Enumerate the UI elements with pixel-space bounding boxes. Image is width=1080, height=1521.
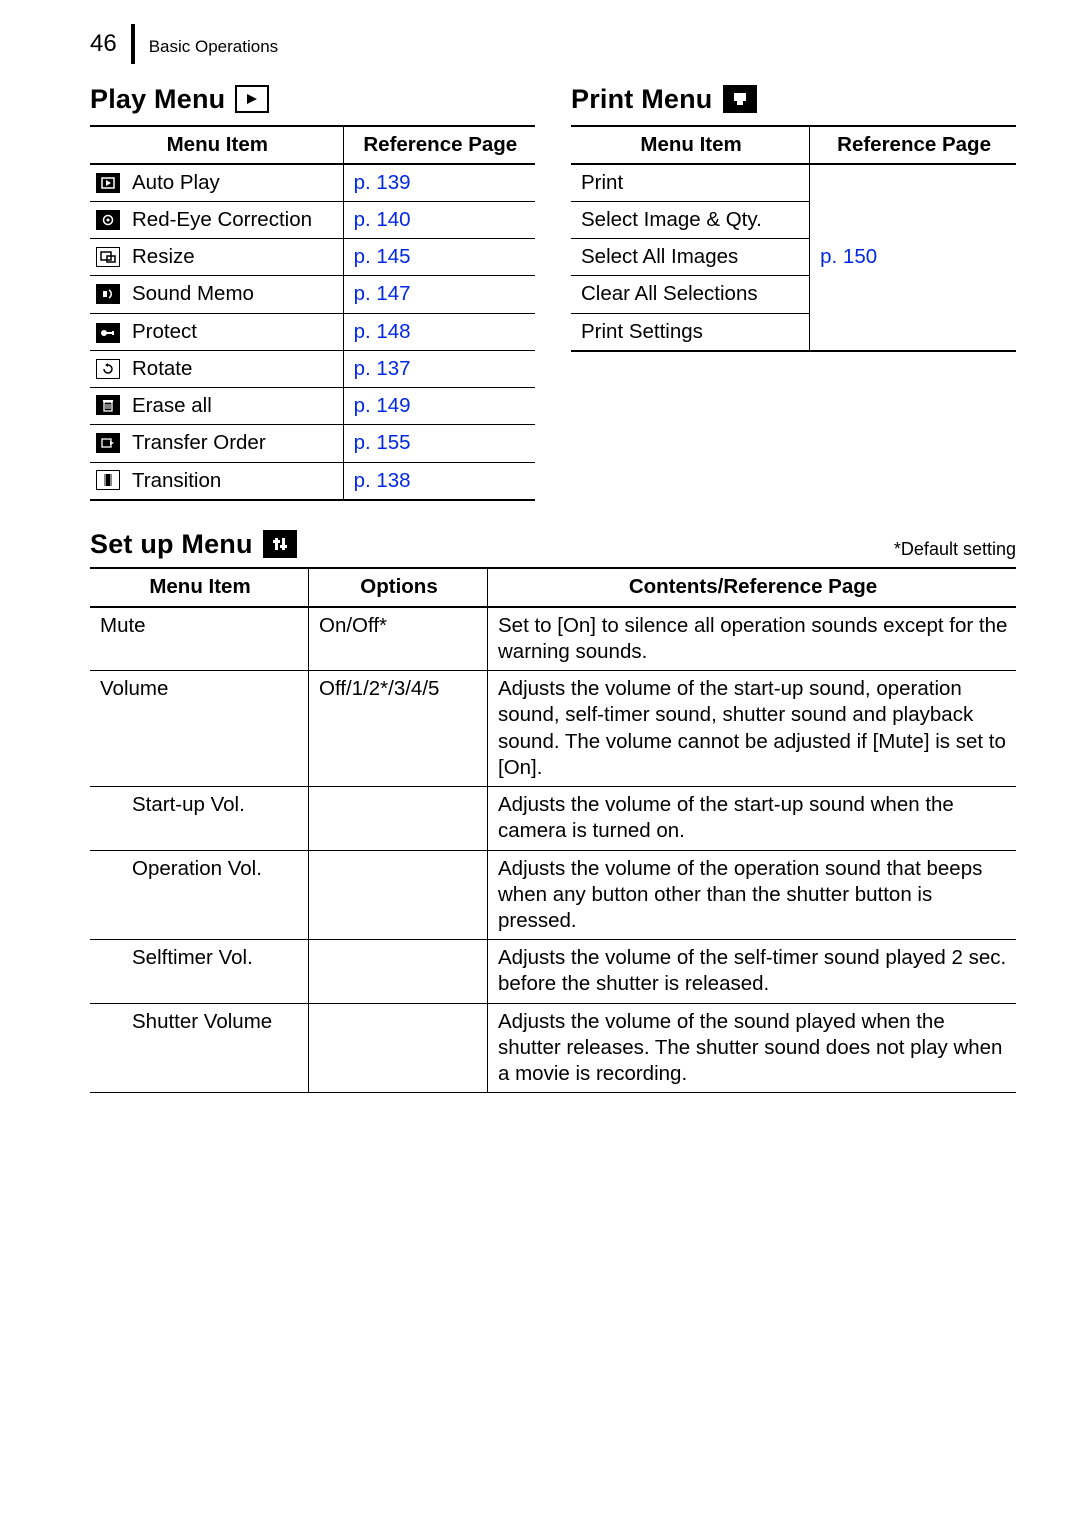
play-menu-title: Play Menu [90, 82, 225, 117]
page-reference-link[interactable]: p. 149 [354, 394, 411, 417]
menu-item-name: Sound Memo [122, 276, 343, 313]
protect-icon [96, 323, 120, 343]
erase-icon [96, 395, 120, 415]
menu-item-name: Shutter Volume [90, 1003, 309, 1093]
menu-item-contents: Adjusts the volume of the operation soun… [488, 850, 1017, 940]
print-th-item: Menu Item [571, 126, 810, 164]
table-row: Red-Eye Correction p. 140 [90, 202, 535, 239]
setup-icon [263, 530, 297, 558]
print-menu-table: Menu Item Reference Page Printp. 150Sele… [571, 125, 1016, 352]
transfer-icon [96, 433, 120, 453]
page-number: 46 [90, 29, 117, 60]
menu-item-contents: Adjusts the volume of the start-up sound… [488, 787, 1017, 850]
menu-item-contents: Set to [On] to silence all operation sou… [488, 607, 1017, 671]
table-row: Printp. 150 [571, 164, 1016, 202]
table-row: Shutter Volume Adjusts the volume of the … [90, 1003, 1016, 1093]
print-icon [723, 85, 757, 113]
print-menu-heading: Print Menu [571, 82, 1016, 117]
menu-item-contents: Adjusts the volume of the sound played w… [488, 1003, 1017, 1093]
setup-menu-heading: Set up Menu [90, 527, 297, 562]
menu-item-contents: Adjusts the volume of the start-up sound… [488, 671, 1017, 787]
menu-item-name: Transition [122, 462, 343, 500]
setup-menu-table: Menu Item Options Contents/Reference Pag… [90, 567, 1016, 1093]
setup-th-item: Menu Item [90, 568, 309, 606]
table-row: Resize p. 145 [90, 239, 535, 276]
print-menu-title: Print Menu [571, 82, 713, 117]
table-row: Rotate p. 137 [90, 350, 535, 387]
play-icon [235, 85, 269, 113]
menu-item-name: Volume [90, 671, 309, 787]
play-menu-section: Play Menu Menu Item Reference Page Auto … [90, 82, 535, 501]
menu-item-options [309, 787, 488, 850]
menu-item-name: Red-Eye Correction [122, 202, 343, 239]
table-row: Selftimer Vol. Adjusts the volume of the … [90, 940, 1016, 1003]
page-reference-link[interactable]: p. 137 [354, 357, 411, 380]
menu-item-name: Print [571, 164, 810, 202]
setup-menu-title: Set up Menu [90, 527, 253, 562]
menu-item-contents: Adjusts the volume of the self-timer sou… [488, 940, 1017, 1003]
setup-th-options: Options [309, 568, 488, 606]
menu-item-options [309, 940, 488, 1003]
menu-item-name: Operation Vol. [90, 850, 309, 940]
menu-item-name: Auto Play [122, 164, 343, 202]
play-th-ref: Reference Page [343, 126, 535, 164]
table-row: Operation Vol. Adjusts the volume of the … [90, 850, 1016, 940]
table-row: Auto Play p. 139 [90, 164, 535, 202]
menu-item-options: On/Off* [309, 607, 488, 671]
menu-item-name: Print Settings [571, 313, 810, 351]
page-reference-link[interactable]: p. 155 [354, 431, 411, 454]
menu-item-name: Erase all [122, 388, 343, 425]
page-reference-link[interactable]: p. 150 [820, 245, 877, 268]
autoplay-icon [96, 173, 120, 193]
table-row: Erase all p. 149 [90, 388, 535, 425]
page-reference-link[interactable]: p. 140 [354, 208, 411, 231]
menu-item-name: Transfer Order [122, 425, 343, 462]
table-row: Protect p. 148 [90, 313, 535, 350]
resize-icon [96, 247, 120, 267]
menu-item-name: Start-up Vol. [90, 787, 309, 850]
page-reference-link[interactable]: p. 148 [354, 320, 411, 343]
print-menu-section: Print Menu Menu Item Reference Page Prin… [571, 82, 1016, 501]
menu-item-name: Mute [90, 607, 309, 671]
play-th-item: Menu Item [90, 126, 343, 164]
table-row: Sound Memo p. 147 [90, 276, 535, 313]
table-row: MuteOn/Off*Set to [On] to silence all op… [90, 607, 1016, 671]
menu-item-options: Off/1/2*/3/4/5 [309, 671, 488, 787]
print-th-ref: Reference Page [810, 126, 1016, 164]
table-row: Start-up Vol. Adjusts the volume of the s… [90, 787, 1016, 850]
menu-item-name: Resize [122, 239, 343, 276]
table-row: Transfer Order p. 155 [90, 425, 535, 462]
menu-item-name: Rotate [122, 350, 343, 387]
menu-item-name: Selftimer Vol. [90, 940, 309, 1003]
menu-item-name: Select Image & Qty. [571, 202, 810, 239]
rotate-icon [96, 359, 120, 379]
menu-item-name: Select All Images [571, 239, 810, 276]
section-name: Basic Operations [149, 36, 278, 60]
menu-item-options [309, 1003, 488, 1093]
menu-item-name: Clear All Selections [571, 276, 810, 313]
page-reference-link[interactable]: p. 147 [354, 282, 411, 305]
menu-item-name: Protect [122, 313, 343, 350]
default-setting-note: *Default setting [894, 538, 1016, 561]
running-head: 46 Basic Operations [90, 24, 1016, 60]
transition-icon [96, 470, 120, 490]
play-menu-heading: Play Menu [90, 82, 535, 117]
table-row: Transition p. 138 [90, 462, 535, 500]
header-divider [131, 24, 135, 64]
redeye-icon [96, 210, 120, 230]
play-menu-table: Menu Item Reference Page Auto Play p. 139… [90, 125, 535, 501]
page-reference-link[interactable]: p. 138 [354, 469, 411, 492]
page-reference-link[interactable]: p. 145 [354, 245, 411, 268]
table-row: VolumeOff/1/2*/3/4/5Adjusts the volume o… [90, 671, 1016, 787]
page-reference-link[interactable]: p. 139 [354, 171, 411, 194]
setup-th-contents: Contents/Reference Page [488, 568, 1017, 606]
soundmemo-icon [96, 284, 120, 304]
menu-item-options [309, 850, 488, 940]
